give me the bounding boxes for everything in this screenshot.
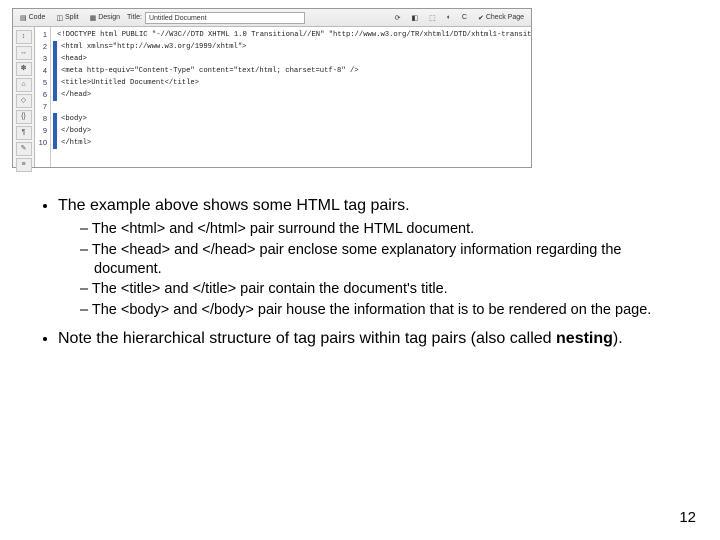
circle-icon: ◐ xyxy=(447,14,451,21)
tool-refresh[interactable]: ⟳ xyxy=(391,12,405,24)
fold-bar-icon xyxy=(53,89,57,101)
page-number: 12 xyxy=(679,509,696,526)
bullet-2: Note the hierarchical structure of tag p… xyxy=(58,329,672,349)
line-number: 4 xyxy=(35,65,47,77)
editor-left-toolbar: ↕ ↔ ✽ ⌂ ◇ {} ¶ ✎ ≡ xyxy=(13,27,35,167)
bullet-2-text-c: ). xyxy=(613,330,623,347)
title-label: Title: xyxy=(127,14,142,21)
fold-bar-icon xyxy=(53,53,57,65)
code-line: <head> xyxy=(53,53,527,65)
fold-bar-icon xyxy=(53,137,57,149)
split-icon: ◫ xyxy=(56,14,63,22)
editor-toolbar: ▤Code ◫Split ▦Design Title: Untitled Doc… xyxy=(13,9,531,27)
slide-body: The example above shows some HTML tag pa… xyxy=(32,196,672,356)
code-line: <title>Untitled Document</title> xyxy=(53,77,527,89)
sidebar-tool-5[interactable]: {} xyxy=(16,110,32,124)
bullet-2-text-a: Note the hierarchical structure of tag p… xyxy=(58,330,556,347)
code-line: <!DOCTYPE html PUBLIC "-//W3C//DTD XHTML… xyxy=(53,29,527,41)
code-line xyxy=(53,149,527,161)
title-field[interactable]: Untitled Document xyxy=(145,12,305,24)
code-line: </head> xyxy=(53,89,527,101)
code-editor-area[interactable]: <!DOCTYPE html PUBLIC "-//W3C//DTD XHTML… xyxy=(51,27,531,167)
subbullet-3: The <title> and </title> pair contain th… xyxy=(80,280,672,299)
sidebar-tool-4[interactable]: ◇ xyxy=(16,94,32,108)
fold-bar-icon xyxy=(53,77,57,89)
code-icon: ▤ xyxy=(20,14,27,22)
code-line: <meta http-equiv="Content-Type" content=… xyxy=(53,65,527,77)
check-page-label: Check Page xyxy=(486,14,524,21)
line-number: 10 xyxy=(35,137,47,149)
view-tab-label: Split xyxy=(65,14,79,21)
sidebar-tool-1[interactable]: ↔ xyxy=(16,46,32,60)
subbullet-4: The <body> and </body> pair house the in… xyxy=(80,301,672,320)
fold-bar-icon xyxy=(53,65,57,77)
line-number: 7 xyxy=(35,101,47,113)
sidebar-tool-2[interactable]: ✽ xyxy=(16,62,32,76)
line-number: 8 xyxy=(35,113,47,125)
tool-c[interactable]: C xyxy=(458,12,471,23)
code-line xyxy=(53,101,527,113)
bullet-2-bold: nesting xyxy=(556,330,613,347)
line-number-gutter: 1 2 3 4 5 6 7 8 9 10 xyxy=(35,27,51,167)
fold-bar-icon xyxy=(53,125,57,137)
sidebar-tool-3[interactable]: ⌂ xyxy=(16,78,32,92)
editor-screenshot: ▤Code ◫Split ▦Design Title: Untitled Doc… xyxy=(12,8,532,168)
code-line: </body> xyxy=(53,125,527,137)
refresh-icon: ⟳ xyxy=(395,14,401,22)
tool-circle[interactable]: ◐ xyxy=(443,12,455,23)
fold-bar-icon xyxy=(53,41,57,53)
line-number: 5 xyxy=(35,77,47,89)
sidebar-tool-7[interactable]: ✎ xyxy=(16,142,32,156)
view-tab-design[interactable]: ▦Design xyxy=(86,12,124,24)
line-number: 1 xyxy=(35,29,47,41)
subbullet-1: The <html> and </html> pair surround the… xyxy=(80,220,672,239)
box-icon: ⬚ xyxy=(429,14,436,22)
sidebar-tool-8[interactable]: ≡ xyxy=(16,158,32,172)
check-page-button[interactable]: ✔Check Page xyxy=(474,12,528,24)
bullet-1-text: The example above shows some HTML tag pa… xyxy=(58,197,410,214)
view-tab-split[interactable]: ◫Split xyxy=(52,12,82,24)
c-icon: C xyxy=(462,14,467,21)
line-number: 6 xyxy=(35,89,47,101)
line-number: 2 xyxy=(35,41,47,53)
line-number: 3 xyxy=(35,53,47,65)
view-tab-code[interactable]: ▤Code xyxy=(16,12,49,24)
bullet-1: The example above shows some HTML tag pa… xyxy=(58,196,672,319)
design-icon: ▦ xyxy=(90,14,97,22)
view-tab-label: Code xyxy=(29,14,46,21)
sidebar-tool-6[interactable]: ¶ xyxy=(16,126,32,140)
check-icon: ✔ xyxy=(478,14,484,22)
code-line: <html xmlns="http://www.w3.org/1999/xhtm… xyxy=(53,41,527,53)
sidebar-tool-0[interactable]: ↕ xyxy=(16,30,32,44)
code-line: </html> xyxy=(53,137,527,149)
view-icon: ◧ xyxy=(411,14,418,22)
fold-bar-icon xyxy=(53,113,57,125)
tool-box[interactable]: ⬚ xyxy=(425,12,440,24)
tool-view[interactable]: ◧ xyxy=(407,12,422,24)
subbullet-2: The <head> and </head> pair enclose some… xyxy=(80,241,672,278)
view-tab-label: Design xyxy=(98,14,120,21)
line-number: 9 xyxy=(35,125,47,137)
code-line: <body> xyxy=(53,113,527,125)
